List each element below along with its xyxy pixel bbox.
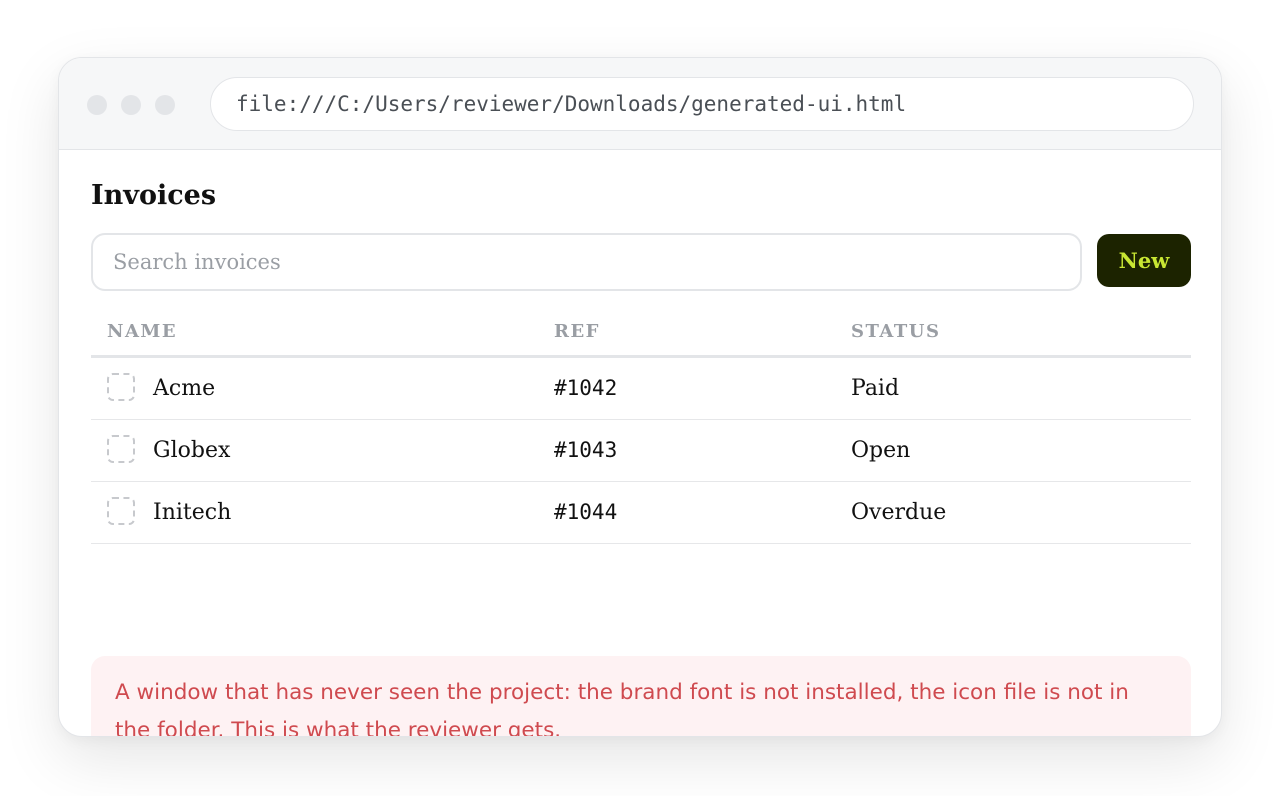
invoice-ref: #1042 xyxy=(554,376,618,400)
page-title: Invoices xyxy=(91,180,217,211)
invoices-table: NAME REF STATUS Acme #1042 Paid Globex #… xyxy=(91,310,1191,544)
row-checkbox[interactable] xyxy=(107,497,135,525)
browser-toolbar: file:///C:/Users/reviewer/Downloads/gene… xyxy=(59,58,1221,150)
invoice-ref: #1044 xyxy=(554,500,618,524)
table-row[interactable]: Globex #1043 Open xyxy=(91,420,1191,482)
browser-window: file:///C:/Users/reviewer/Downloads/gene… xyxy=(58,57,1222,737)
address-bar[interactable]: file:///C:/Users/reviewer/Downloads/gene… xyxy=(210,77,1194,131)
invoice-status: Overdue xyxy=(851,500,947,525)
invoice-name: Initech xyxy=(153,500,232,525)
search-input[interactable] xyxy=(91,233,1082,291)
table-header: NAME REF STATUS xyxy=(91,310,1191,358)
row-checkbox[interactable] xyxy=(107,435,135,463)
column-header-status: STATUS xyxy=(851,321,941,342)
window-maximize-dot-icon[interactable] xyxy=(155,95,175,115)
window-minimize-dot-icon[interactable] xyxy=(121,95,141,115)
column-header-ref: REF xyxy=(554,321,600,342)
invoice-ref: #1043 xyxy=(554,438,618,462)
invoice-status: Open xyxy=(851,438,911,463)
table-row[interactable]: Acme #1042 Paid xyxy=(91,358,1191,420)
window-close-dot-icon[interactable] xyxy=(87,95,107,115)
row-checkbox[interactable] xyxy=(107,373,135,401)
invoice-name: Acme xyxy=(153,376,216,401)
invoice-status: Paid xyxy=(851,376,900,401)
new-invoice-button[interactable]: New xyxy=(1097,234,1191,287)
column-header-name: NAME xyxy=(107,321,178,342)
table-row[interactable]: Initech #1044 Overdue xyxy=(91,482,1191,544)
warning-notice: A window that has never seen the project… xyxy=(91,656,1191,736)
invoice-name: Globex xyxy=(153,438,231,463)
